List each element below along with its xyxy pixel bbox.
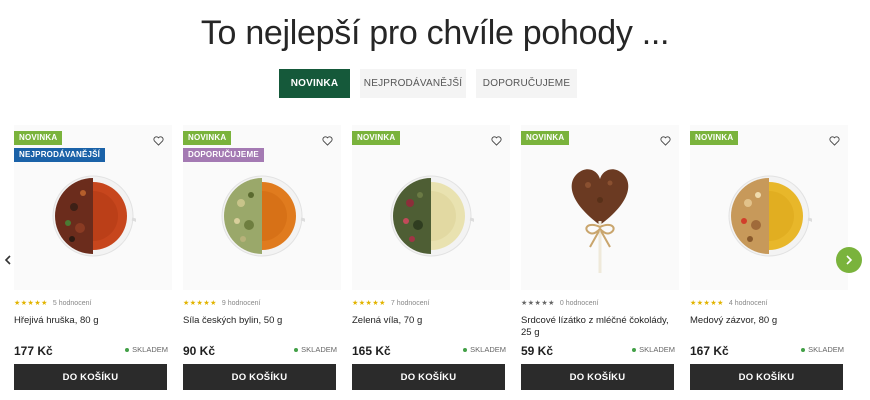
heart-icon <box>321 136 333 146</box>
heart-icon <box>659 136 671 146</box>
heart-icon <box>828 136 840 146</box>
badge-novinka: NOVINKA <box>183 131 232 145</box>
chevron-right-icon <box>846 255 853 265</box>
rating-stars: ★★★★★ <box>183 300 217 307</box>
product-name[interactable]: Hřejivá hruška, 80 g <box>14 315 164 327</box>
review-count[interactable]: 4 hodnocení <box>729 300 768 307</box>
chevron-left-icon <box>4 255 11 265</box>
stock-label: SKLADEM <box>301 345 337 354</box>
stock-dot <box>632 347 637 352</box>
product-image <box>728 175 812 257</box>
wishlist-button[interactable] <box>824 131 844 151</box>
tab-doporucujeme[interactable]: DOPORUČUJEME <box>476 69 577 98</box>
product-name[interactable]: Zelená víla, 70 g <box>352 315 502 327</box>
product-price: 177 Kč <box>14 344 53 358</box>
wishlist-button[interactable] <box>317 131 337 151</box>
product-image <box>571 169 629 273</box>
product-rating: ★★★★★ 4 hodnocení <box>690 299 768 308</box>
product-card: NOVINKA ★★★★★ 7 hodnocení Zelená víla, 7… <box>352 125 510 395</box>
product-price: 167 Kč <box>690 344 729 358</box>
rating-stars: ★★★★★ <box>690 300 724 307</box>
review-count[interactable]: 0 hodnocení <box>560 300 599 307</box>
filter-tabs: NOVINKA NEJPRODÁVANĚJŠÍ DOPORUČUJEME <box>0 69 870 98</box>
product-image <box>52 175 136 257</box>
add-to-cart-button[interactable]: DO KOŠÍKU <box>521 364 674 390</box>
product-name[interactable]: Síla českých bylin, 50 g <box>183 315 333 327</box>
product-name[interactable]: Srdcové lízátko z mléčné čokolády, 25 g <box>521 315 671 339</box>
review-count[interactable]: 7 hodnocení <box>391 300 430 307</box>
stock-dot <box>125 347 130 352</box>
add-to-cart-button[interactable]: DO KOŠÍKU <box>352 364 505 390</box>
product-card: NOVINKA ★★★★★ 0 hodnocení Srdcové lízátk… <box>521 125 679 395</box>
product-card: NOVINKA ★★★★★ 4 hodnocení Medový zázvor,… <box>690 125 848 395</box>
product-price: 165 Kč <box>352 344 391 358</box>
review-count[interactable]: 9 hodnocení <box>222 300 261 307</box>
review-count[interactable]: 5 hodnocení <box>53 300 92 307</box>
badge-novinka: NOVINKA <box>521 131 570 145</box>
stock-status: SKLADEM <box>294 345 337 354</box>
stock-status: SKLADEM <box>125 345 168 354</box>
rating-stars: ★★★★★ <box>14 300 48 307</box>
badge-nejprodavanejsi: NEJPRODÁVANĚJŠÍ <box>14 148 106 162</box>
product-price: 90 Kč <box>183 344 216 358</box>
product-rating: ★★★★★ 5 hodnocení <box>14 299 92 308</box>
badge-doporucujeme: DOPORUČUJEME <box>183 148 264 162</box>
wishlist-button[interactable] <box>486 131 506 151</box>
badge-novinka: NOVINKA <box>352 131 401 145</box>
product-image <box>390 175 474 257</box>
stock-status: SKLADEM <box>632 345 675 354</box>
product-name[interactable]: Medový zázvor, 80 g <box>690 315 840 327</box>
add-to-cart-button[interactable]: DO KOŠÍKU <box>14 364 167 390</box>
wishlist-button[interactable] <box>655 131 675 151</box>
add-to-cart-button[interactable]: DO KOŠÍKU <box>690 364 843 390</box>
heart-icon <box>490 136 502 146</box>
section-heading: To nejlepší pro chvíle pohody ... <box>200 14 670 52</box>
badge-novinka: NOVINKA <box>14 131 63 145</box>
stock-label: SKLADEM <box>470 345 506 354</box>
carousel-next-button[interactable] <box>836 247 862 273</box>
stock-label: SKLADEM <box>132 345 168 354</box>
wishlist-button[interactable] <box>148 131 168 151</box>
stock-dot <box>294 347 299 352</box>
stock-dot <box>801 347 806 352</box>
product-price: 59 Kč <box>521 344 554 358</box>
rating-stars: ★★★★★ <box>521 300 555 307</box>
product-rating: ★★★★★ 7 hodnocení <box>352 299 430 308</box>
tab-novinka[interactable]: NOVINKA <box>279 69 350 98</box>
stock-label: SKLADEM <box>639 345 675 354</box>
product-rating: ★★★★★ 9 hodnocení <box>183 299 261 308</box>
stock-label: SKLADEM <box>808 345 844 354</box>
stock-status: SKLADEM <box>463 345 506 354</box>
stock-status: SKLADEM <box>801 345 844 354</box>
product-card: NOVINKA DOPORUČUJEME ★★★★★ 9 hodnocení S… <box>183 125 341 395</box>
stock-dot <box>463 347 468 352</box>
product-image <box>221 175 305 257</box>
product-rating: ★★★★★ 0 hodnocení <box>521 299 599 308</box>
add-to-cart-button[interactable]: DO KOŠÍKU <box>183 364 336 390</box>
tab-nejprodavanejsi[interactable]: NEJPRODÁVANĚJŠÍ <box>360 69 466 98</box>
heart-icon <box>152 136 164 146</box>
product-card: NOVINKA NEJPRODÁVANĚJŠÍ ★★★★★ 5 hodnocen… <box>14 125 172 395</box>
rating-stars: ★★★★★ <box>352 300 386 307</box>
badge-novinka: NOVINKA <box>690 131 739 145</box>
